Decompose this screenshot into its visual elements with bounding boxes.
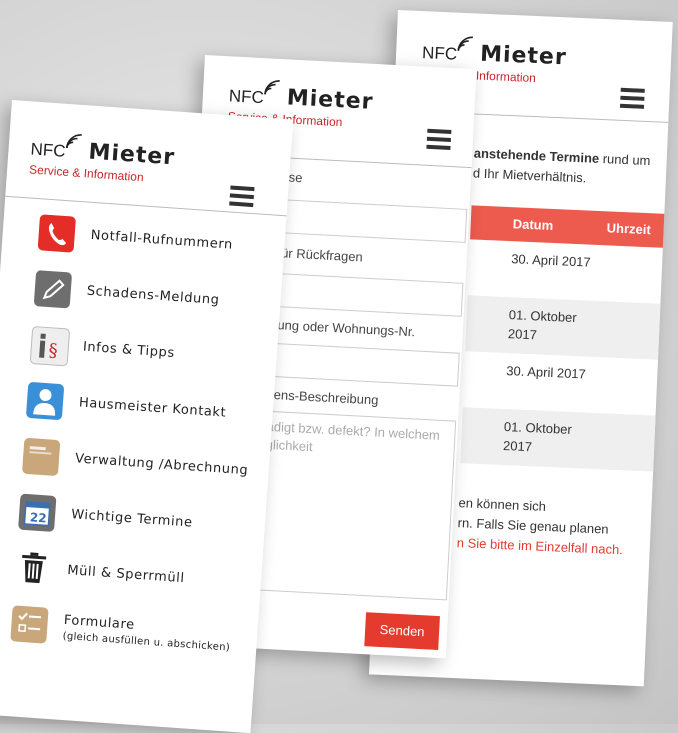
address-input[interactable] xyxy=(267,198,468,243)
menu-item-notfall[interactable]: Notfall-Rufnummern xyxy=(37,214,279,275)
menu-item-muell[interactable]: Müll & Sperrmüll xyxy=(14,549,256,610)
pencil-icon xyxy=(33,270,73,309)
svg-text:§: § xyxy=(48,340,58,362)
menu-item-verwaltung[interactable]: Verwaltung /Abrechnung xyxy=(21,437,263,499)
description-textarea[interactable]: ädigt bzw. defekt? In welchem glichkeit xyxy=(249,410,457,601)
person-icon xyxy=(25,381,65,421)
termine-intro: anstehende Termine rund um d Ihr Mietver… xyxy=(472,145,651,186)
col-uhrzeit: Uhrzeit xyxy=(606,220,652,238)
menu-item-termine[interactable]: 22 Wichtige Termine xyxy=(17,493,259,555)
menu-item-schadensmeldung[interactable]: Schadens-Meldung xyxy=(33,270,275,331)
description-label: adens-Beschreibung xyxy=(258,386,379,408)
trash-icon xyxy=(14,549,52,587)
menu-item-formulare[interactable]: Formulare (gleich ausfüllen u. abschicke… xyxy=(10,605,252,666)
flat-label: nnung oder Wohnungs-Nr. xyxy=(262,316,416,340)
nfc-waves-icon xyxy=(457,36,473,51)
menu-item-hausmeister[interactable]: Hausmeister Kontakt xyxy=(25,381,267,443)
main-menu-screen: NFC Mieter Service & Information Notfall… xyxy=(0,100,294,733)
menu-burger-button[interactable] xyxy=(426,128,452,150)
description-placeholder: ädigt bzw. defekt? In welchem glichkeit xyxy=(265,418,441,455)
menu-item-infos[interactable]: § Infos & Tipps xyxy=(29,325,271,387)
folder-icon xyxy=(21,437,61,477)
nfc-waves-icon xyxy=(65,134,82,149)
menu-burger-button[interactable] xyxy=(619,87,645,109)
menu-burger-button[interactable] xyxy=(229,185,255,208)
phone-icon xyxy=(37,214,77,253)
termine-footnote: en können sich rn. Falls Sie genau plane… xyxy=(456,495,624,558)
table-row: 30. April 2017 xyxy=(510,251,592,270)
table-row: 01. Oktober 2017 xyxy=(465,295,668,360)
phone-input[interactable] xyxy=(263,272,464,317)
flat-input[interactable] xyxy=(260,342,460,387)
send-button[interactable]: Senden xyxy=(364,612,440,651)
svg-text:22: 22 xyxy=(29,510,47,525)
checklist-icon xyxy=(10,605,49,644)
nfc-waves-icon xyxy=(264,80,280,95)
table-row: 30. April 2017 xyxy=(506,363,587,382)
col-datum: Datum xyxy=(512,216,554,233)
info-paragraph-icon: § xyxy=(29,325,71,367)
calendar-icon: 22 xyxy=(18,493,57,532)
table-row: 01. Oktober 2017 xyxy=(460,407,663,472)
